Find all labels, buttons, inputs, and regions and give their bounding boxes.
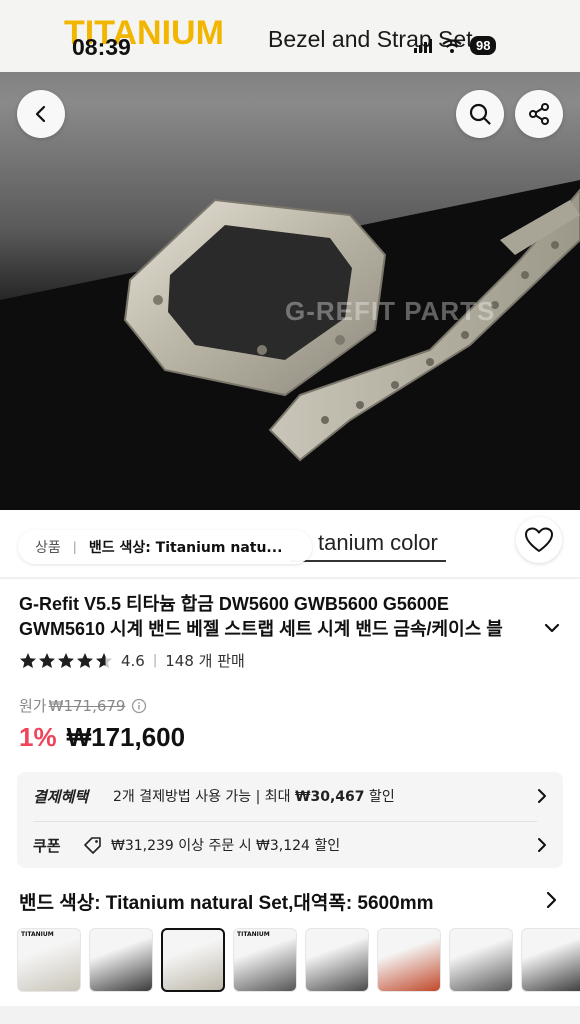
coupon-label: 쿠폰 [33,836,61,855]
variant-thumbnail[interactable] [449,928,513,992]
variant-thumbnail[interactable] [305,928,369,992]
payment-benefit-amount: ₩30,467 [295,789,365,805]
rating-value: 4.6 [121,651,145,670]
star-icon [20,653,36,668]
section-divider [0,577,580,579]
original-price-label: 원가 [19,697,47,715]
chevron-right-icon [538,789,546,803]
breadcrumb[interactable]: 상품 | 밴드 색상: Titanium natu... [18,530,312,564]
original-price: ₩171,679 [48,696,126,715]
price-row: 1% ₩171,600 [19,722,185,753]
variant-chevron-right-icon[interactable] [543,890,559,910]
star-icon [58,653,74,668]
star-icon [77,653,93,668]
variant-thumbnail[interactable] [377,928,441,992]
discount-percent: 1% [19,722,57,752]
variant-thumbnail[interactable]: TITANIUM [17,928,81,992]
status-time: 08:39 [72,34,131,60]
coupon-text: ₩31,239 이상 주문 시 ₩3,124 할인 [111,838,341,854]
breadcrumb-separator: | [72,540,77,554]
info-icon[interactable] [131,698,147,714]
breadcrumb-current[interactable]: 밴드 색상: Titanium natu... [89,537,283,557]
product-title-line-2: GWM5610 시계 밴드 베젤 스트랩 세트 시계 밴드 금속/케이스 블 [19,619,503,639]
payment-benefit-text: 2개 결제방법 사용 가능 | 최대 ₩30,467 할인 [113,789,395,805]
back-button[interactable] [17,90,65,138]
sold-count: 148 개 판매 [165,652,245,670]
signal-icon [414,38,432,53]
battery-icon: 98 [470,36,497,55]
product-hero-image[interactable]: TITANIUM Bezel and Strap Set G-REFIT PAR… [0,0,580,510]
coupon-row[interactable]: 쿠폰 ₩31,239 이상 주문 시 ₩3,124 할인 [33,823,549,867]
variant-thumbnails: TITANIUM TITANIUM [17,928,580,994]
breadcrumb-category[interactable]: 상품 [35,537,61,557]
watch-bezel-and-strap-illustration [0,180,580,510]
variant-thumbnail[interactable] [161,928,225,992]
wishlist-button[interactable] [516,517,562,563]
benefits-box: 결제혜택 2개 결제방법 사용 가능 | 최대 ₩30,467 할인 쿠폰 ₩3… [17,772,563,868]
rating-row[interactable]: 4.6 | 148 개 판매 [19,650,245,671]
star-icon [39,653,55,668]
expand-title-chevron-down-icon[interactable] [542,618,562,638]
variant-thumbnail[interactable] [89,928,153,992]
share-icon [529,103,549,125]
image-watermark: G-REFIT PARTS [285,296,496,326]
search-icon [469,103,491,125]
search-button[interactable] [456,90,504,138]
image-overlay-text: tanium color [318,530,438,555]
wifi-icon [442,38,462,53]
variant-thumbnail[interactable]: TITANIUM [233,928,297,992]
chevron-right-icon [538,838,546,852]
rating-stars [19,652,113,669]
heart-icon [525,527,553,552]
original-price-row: 원가 ₩171,679 [19,695,147,716]
back-icon [35,105,46,123]
variant-title[interactable]: 밴드 색상: Titanium natural Set,대역폭: 5600mm [19,888,433,915]
bottom-spacer [0,1006,580,1024]
image-overlay-underline [290,560,446,562]
star-icon [96,653,112,668]
payment-benefit-row[interactable]: 결제혜택 2개 결제방법 사용 가능 | 최대 ₩30,467 할인 [33,774,549,818]
product-title-line-1: G-Refit V5.5 티타늄 합금 DW5600 GWB5600 G5600… [19,594,449,614]
benefits-divider [33,821,537,822]
share-button[interactable] [515,90,563,138]
sale-price: ₩171,600 [66,722,186,752]
variant-thumbnail-label: TITANIUM [237,931,270,938]
product-title[interactable]: G-Refit V5.5 티타늄 합금 DW5600 GWB5600 G5600… [19,592,539,642]
status-icons: 98 [414,36,497,55]
coupon-tag-icon [83,836,103,854]
rating-separator: | [152,653,158,668]
variant-thumbnail[interactable] [521,928,580,992]
payment-benefit-label: 결제혜택 [33,787,89,806]
variant-thumbnail-label: TITANIUM [21,931,54,938]
